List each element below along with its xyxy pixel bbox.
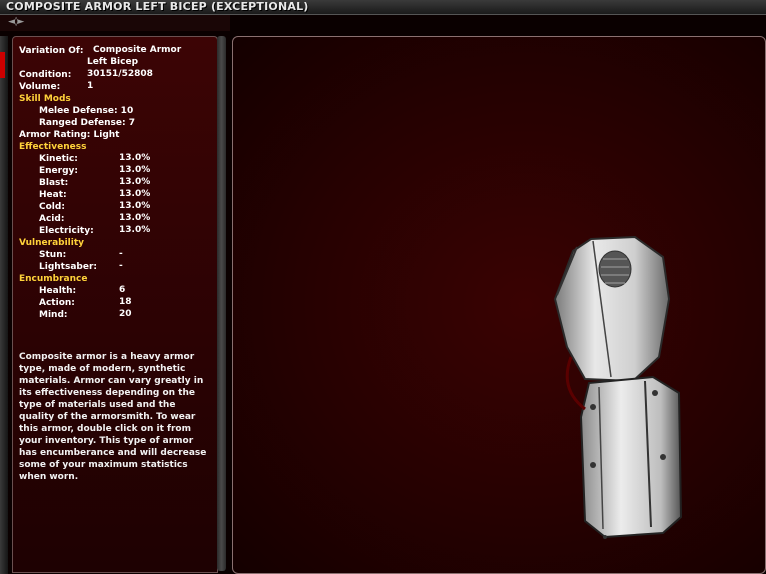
melee-defense: Melee Defense: 10 [39, 106, 134, 116]
armor-rating: Armor Rating: Light [19, 130, 120, 140]
nav-arrows-icon[interactable]: ◄◊► [8, 17, 24, 27]
encumbrance-label: Mind: [39, 310, 68, 320]
edge-notch [0, 52, 5, 78]
vulnerability-value: - [119, 249, 123, 259]
nav-bar: ◄◊► [0, 15, 230, 31]
encumbrance-header: Encumbrance [19, 274, 88, 284]
item-description: Composite armor is a heavy armor type, m… [19, 352, 207, 482]
effectiveness-label: Blast: [39, 178, 69, 188]
effectiveness-value: 13.0% [119, 177, 151, 187]
encumbrance-value: 6 [119, 285, 126, 295]
skill-mods-header: Skill Mods [19, 94, 71, 104]
effectiveness-label: Cold: [39, 202, 65, 212]
encumbrance-value: 18 [119, 297, 132, 307]
condition-label: Condition: [19, 70, 72, 80]
condition-value: 30151/52808 [87, 69, 153, 79]
variation-value-1: Composite Armor [93, 45, 182, 55]
effectiveness-header: Effectiveness [19, 142, 87, 152]
effectiveness-label: Heat: [39, 190, 67, 200]
vulnerability-header: Vulnerability [19, 238, 85, 248]
attributes-panel: Variation Of: Composite Armor Left Bicep… [12, 36, 218, 573]
variation-row: Variation Of: [19, 45, 83, 57]
effectiveness-label: Acid: [39, 214, 65, 224]
armor-model-image[interactable] [233, 37, 765, 573]
variation-value-2: Left Bicep [87, 57, 139, 67]
effectiveness-value: 13.0% [119, 189, 151, 199]
volume-label: Volume: [19, 82, 61, 92]
ranged-defense: Ranged Defense: 7 [39, 118, 135, 128]
effectiveness-value: 13.0% [119, 225, 151, 235]
window-title: COMPOSITE ARMOR LEFT BICEP (EXCEPTIONAL) [6, 0, 309, 13]
attributes-scrollbar[interactable] [217, 36, 226, 571]
encumbrance-label: Health: [39, 286, 77, 296]
volume-value: 1 [87, 81, 94, 91]
effectiveness-label: Energy: [39, 166, 79, 176]
effectiveness-value: 13.0% [119, 213, 151, 223]
effectiveness-label: Electricity: [39, 226, 94, 236]
vulnerability-value: - [119, 261, 123, 271]
title-bar[interactable]: COMPOSITE ARMOR LEFT BICEP (EXCEPTIONAL) [0, 0, 766, 15]
vulnerability-label: Lightsaber: [39, 262, 97, 272]
item-3d-viewer[interactable] [232, 36, 766, 574]
effectiveness-label: Kinetic: [39, 154, 78, 164]
effectiveness-value: 13.0% [119, 201, 151, 211]
effectiveness-value: 13.0% [119, 153, 151, 163]
vulnerability-label: Stun: [39, 250, 67, 260]
left-edge [0, 36, 8, 574]
effectiveness-value: 13.0% [119, 165, 151, 175]
encumbrance-label: Action: [39, 298, 75, 308]
encumbrance-value: 20 [119, 309, 132, 319]
variation-label: Variation Of: [19, 46, 84, 56]
